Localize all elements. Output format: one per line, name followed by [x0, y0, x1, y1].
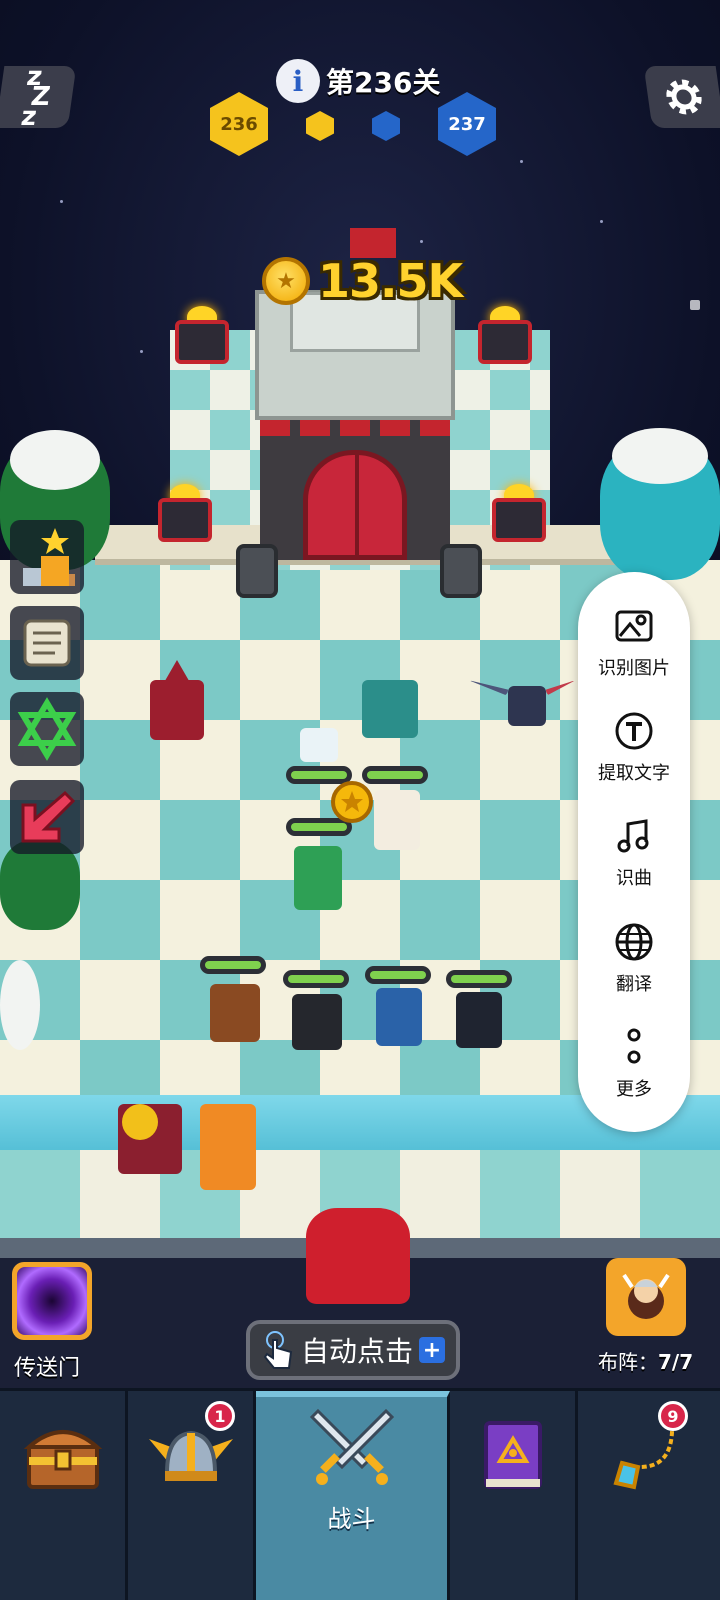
bottom-navigation: 1 战斗 9: [0, 1388, 720, 1600]
ranger-body: [210, 984, 260, 1042]
portal-vortex-icon: [17, 1267, 87, 1335]
quest-scroll-button[interactable]: [10, 606, 84, 680]
health-bar: [200, 956, 266, 974]
snow-mound: [0, 960, 40, 1050]
image-icon: [615, 610, 653, 642]
tab-battle[interactable]: 战斗: [256, 1391, 450, 1600]
swordsman-body: [374, 790, 420, 850]
leaderboard-button[interactable]: [10, 520, 84, 594]
menu-extract-text-label: 提取文字: [598, 763, 670, 785]
viking-hero-icon: [622, 1273, 670, 1319]
gear-icon: [666, 79, 702, 115]
gold-shield: [122, 1104, 158, 1140]
brazier: [175, 306, 229, 366]
zzz-icon: z Zz: [19, 62, 51, 132]
collect-arrow-button[interactable]: [10, 780, 84, 854]
tab-spellbook[interactable]: [450, 1391, 578, 1600]
menu-recognize-image[interactable]: 识别图片: [578, 606, 690, 711]
notification-badge: 9: [658, 1401, 688, 1431]
notification-badge: 1: [205, 1401, 235, 1431]
brazier-bowl: [478, 320, 532, 364]
podium-star-icon: [23, 528, 75, 586]
menu-more-label: 更多: [616, 1078, 652, 1100]
barrel: [440, 544, 482, 598]
elf-body: [456, 992, 502, 1048]
red-dragon-body: [306, 1208, 410, 1304]
star: [140, 350, 143, 353]
brazier-bowl: [175, 320, 229, 364]
auto-click-label: 自动点击: [300, 1335, 413, 1368]
info-icon[interactable]: i: [276, 59, 320, 103]
menu-identify-song[interactable]: 识曲: [578, 816, 690, 921]
text-t-icon: [615, 712, 653, 750]
health-bar: [365, 966, 431, 984]
more-dots-icon: [627, 1028, 641, 1064]
castle-building: [255, 290, 455, 560]
star: [520, 160, 523, 163]
coin-icon: ★: [262, 257, 310, 305]
health-bar: [283, 970, 349, 988]
crossed-swords-icon: [309, 1408, 394, 1485]
menu-translate-label: 翻译: [616, 973, 652, 995]
brazier: [492, 484, 546, 544]
snowflake: [690, 300, 700, 310]
brazier: [158, 484, 212, 544]
star: [60, 200, 63, 203]
hexagram-icon: [17, 697, 77, 761]
spellbook-icon: [483, 1421, 542, 1489]
formation-label: 布阵：7/7: [598, 1346, 693, 1375]
arrow-down-left-icon: [21, 790, 76, 843]
treasure-chest-icon: [23, 1430, 102, 1489]
globe-icon: [615, 923, 653, 961]
golem-body: [362, 680, 418, 738]
brazier-bowl: [492, 498, 546, 542]
level-indicator[interactable]: i 第236关: [276, 58, 440, 104]
castle-awning: [260, 420, 450, 436]
star: [600, 220, 603, 223]
portal-button[interactable]: [12, 1262, 92, 1340]
music-note-icon: [617, 819, 649, 853]
bat-body: [508, 686, 546, 726]
formation-count: 7/7: [658, 1350, 694, 1374]
system-quick-menu: 识别图片 提取文字 识曲 翻译 更多: [578, 572, 690, 1132]
level-title: 第236关: [326, 66, 441, 99]
coin-drop-icon[interactable]: [330, 780, 374, 824]
dark-knight-body: [292, 994, 342, 1050]
tab-battle-label: 战斗: [327, 1505, 376, 1533]
scroll-icon: [23, 619, 71, 667]
snow-cap: [10, 430, 100, 490]
coin-reward[interactable]: ★ 13.5K: [262, 254, 463, 308]
plus-icon: +: [419, 1337, 445, 1363]
portal-label: 传送门: [14, 1356, 81, 1381]
formation-button[interactable]: [606, 1258, 686, 1336]
auto-click-button[interactable]: 自动点击 +: [246, 1320, 460, 1380]
brazier: [478, 306, 532, 366]
star: [420, 240, 423, 243]
paladin-body: [376, 988, 422, 1046]
coin-reward-value: 13.5K: [318, 254, 463, 308]
tab-amulet[interactable]: 9: [578, 1391, 706, 1600]
health-bar: [446, 970, 512, 988]
snow-cap: [612, 428, 708, 484]
menu-translate[interactable]: 翻译: [578, 922, 690, 1027]
formation-label-text: 布阵：: [598, 1350, 658, 1374]
menu-recognize-image-label: 识别图片: [598, 658, 670, 679]
menu-extract-text[interactable]: 提取文字: [578, 711, 690, 816]
knight-helm: [300, 728, 338, 762]
druid-body: [294, 846, 342, 910]
menu-identify-song-label: 识曲: [616, 868, 652, 890]
settings-button[interactable]: [643, 66, 720, 128]
barrel: [236, 544, 278, 598]
brazier-bowl: [158, 498, 212, 542]
wizard-body: [150, 680, 204, 740]
tab-hero-helmet[interactable]: 1: [128, 1391, 256, 1600]
tab-treasure-chest[interactable]: [0, 1391, 128, 1600]
flame-body: [200, 1104, 256, 1190]
hexagram-button[interactable]: [10, 692, 84, 766]
castle-door: [303, 450, 407, 560]
sleep-mode-button[interactable]: z Zz: [0, 62, 77, 132]
tap-hand-icon: [263, 1331, 293, 1369]
menu-more[interactable]: 更多: [578, 1027, 690, 1132]
